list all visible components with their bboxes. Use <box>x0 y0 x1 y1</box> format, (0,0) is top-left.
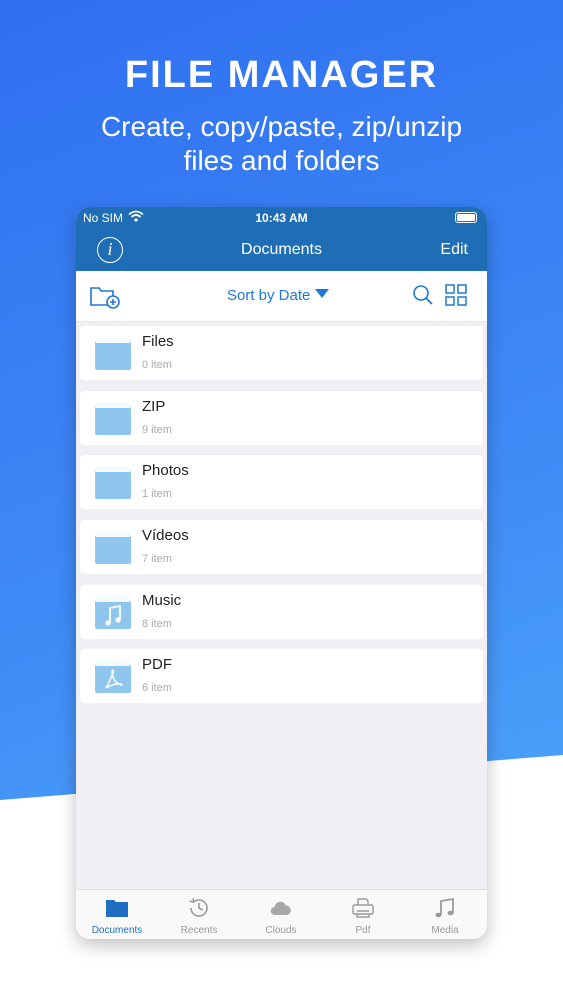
tab-label: Media <box>431 925 459 936</box>
folder-row[interactable]: Files 0 item <box>80 326 483 380</box>
tab-label: Documents <box>91 925 143 936</box>
folder-icon <box>94 334 132 377</box>
folder-row[interactable]: Photos 1 item <box>80 455 483 510</box>
search-icon[interactable] <box>412 284 434 311</box>
edit-button[interactable]: Edit <box>440 241 468 259</box>
folder-list: Files 0 item ZIP 9 item Photos 1 item Ví… <box>80 326 483 714</box>
tab-label: Clouds <box>265 925 297 936</box>
folder-name: Vídeos <box>142 527 189 545</box>
cloud-icon <box>269 896 293 925</box>
music-note-icon <box>433 896 457 925</box>
history-icon <box>187 896 211 925</box>
tab-recents[interactable]: Recents <box>158 890 240 939</box>
tab-label: Recents <box>180 925 218 936</box>
tab-media[interactable]: Media <box>404 890 486 939</box>
battery-icon <box>455 212 477 223</box>
folder-count: 9 item <box>142 423 172 436</box>
status-time: 10:43 AM <box>255 211 308 225</box>
phone-screen: No SIM 10:43 AM i Documents Edit Sort by… <box>76 207 487 939</box>
folder-name: Files <box>142 333 174 350</box>
folder-count: 8 item <box>142 617 172 630</box>
new-folder-icon[interactable] <box>89 283 121 314</box>
toolbar: Sort by Date <box>76 271 487 322</box>
caret-down-icon <box>315 289 330 298</box>
promo-subtitle-line2: files and folders <box>183 145 380 176</box>
folder-name: ZIP <box>142 397 166 415</box>
grid-view-icon[interactable] <box>445 284 467 311</box>
sort-dropdown[interactable]: Sort by Date <box>227 287 330 304</box>
promo-subtitle-line1: Create, copy/paste, zip/unzip <box>100 111 463 142</box>
folder-row[interactable]: Vídeos 7 item <box>80 520 483 575</box>
folder-count: 6 item <box>142 682 172 695</box>
status-bar: No SIM 10:43 AM <box>76 207 487 229</box>
folder-row[interactable]: ZIP 9 item <box>80 390 483 445</box>
nav-title: Documents <box>241 241 322 258</box>
folder-icon <box>94 463 132 506</box>
folder-row[interactable]: PDF 6 item <box>80 649 483 704</box>
documents-folder-icon <box>105 896 129 925</box>
folder-count: 7 item <box>142 553 172 566</box>
tab-documents[interactable]: Documents <box>76 890 158 939</box>
folder-count: 0 item <box>142 359 172 371</box>
promo-subtitle: Create, copy/paste, zip/unzip files and … <box>0 110 563 178</box>
navigation-bar: i Documents Edit <box>76 229 487 271</box>
folder-icon <box>94 399 132 442</box>
pdf-folder-icon <box>94 657 132 700</box>
music-folder-icon <box>94 593 132 636</box>
folder-name: Music <box>142 591 182 609</box>
tab-label: Pdf <box>355 925 371 936</box>
folder-row[interactable]: Music 8 item <box>80 584 483 639</box>
folder-icon <box>94 528 132 571</box>
folder-count: 1 item <box>142 488 172 501</box>
sort-label: Sort by Date <box>227 287 311 304</box>
tab-bar: Documents Recents Clouds Pdf Media <box>76 889 487 939</box>
folder-name: Photos <box>142 462 189 480</box>
printer-icon <box>351 896 375 925</box>
tab-clouds[interactable]: Clouds <box>240 890 322 939</box>
folder-name: PDF <box>142 656 172 674</box>
promo-title: FILE MANAGER <box>124 54 439 96</box>
tab-pdf[interactable]: Pdf <box>322 890 404 939</box>
